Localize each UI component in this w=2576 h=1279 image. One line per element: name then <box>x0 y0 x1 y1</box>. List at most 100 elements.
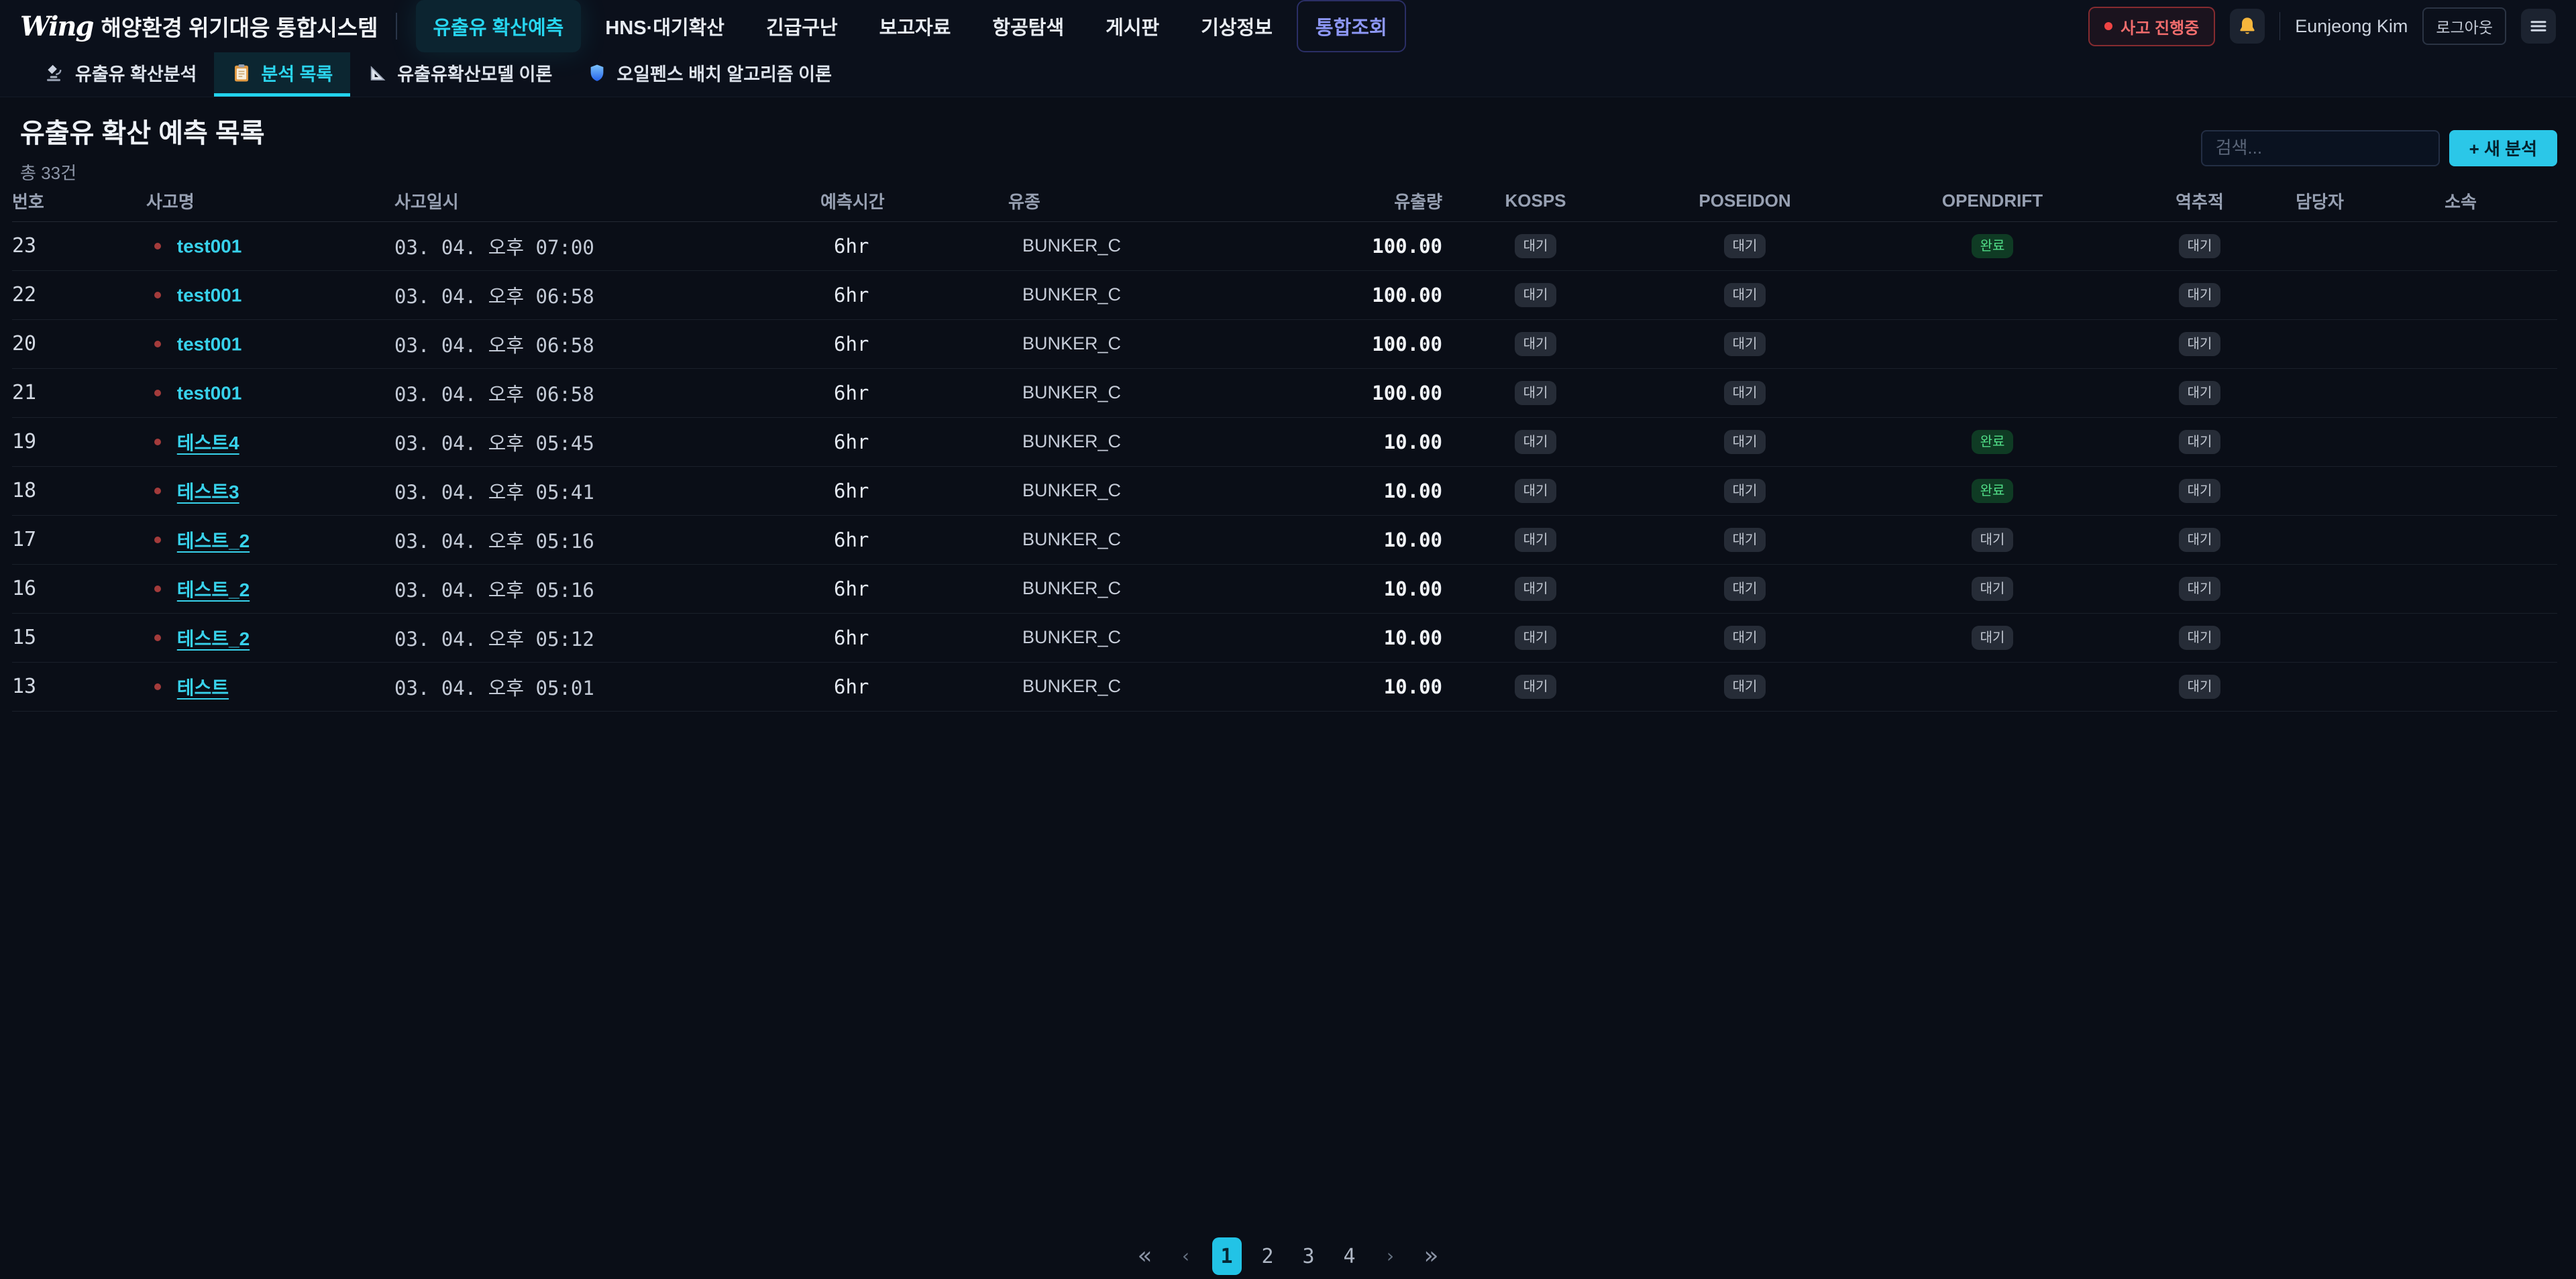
tab-analysis-list[interactable]: 분석 목록 <box>214 52 350 97</box>
nav-item-oil-spill-prediction[interactable]: 유출유 확산예측 <box>416 0 582 52</box>
opendrift-status-badge: 완료 <box>1972 430 2014 454</box>
oil-type: BUNKER_C <box>1008 319 1347 368</box>
incident-datetime: 03. 04. 오후 05:01 <box>394 662 820 711</box>
sub-tabbar: 유출유 확산분석 분석 목록 유출유확산모델 이론 <box>0 52 2576 97</box>
incident-name-link[interactable]: 테스트 <box>177 677 229 698</box>
tab-oil-spill-analysis[interactable]: 유출유 확산분석 <box>27 52 214 97</box>
tab-oil-fence-algorithm-theory[interactable]: 오일펜스 배치 알고리즘 이론 <box>570 52 849 97</box>
forecast-hours: 6hr <box>820 270 1008 319</box>
table-row: 19 테스트4 03. 04. 오후 05:45 6hr BUNKER_C 10… <box>12 417 2557 466</box>
org-cell <box>2364 515 2557 564</box>
notification-bell-button[interactable] <box>2230 9 2265 44</box>
page-button-3[interactable]: 3 <box>1294 1237 1324 1275</box>
kosps-status-badge: 대기 <box>1515 528 1557 552</box>
forecast-hours: 6hr <box>820 515 1008 564</box>
oil-type: BUNKER_C <box>1008 221 1347 270</box>
manager-cell <box>2275 564 2364 613</box>
org-cell <box>2364 466 2557 515</box>
spill-amount: 100.00 <box>1347 319 1442 368</box>
page-header: 유출유 확산 예측 목록 총 33건 + 새 분석 <box>0 97 2576 181</box>
table-row: 23 test001 03. 04. 오후 07:00 6hr BUNKER_C… <box>12 221 2557 270</box>
logout-button[interactable]: 로그아웃 <box>2422 7 2506 45</box>
incident-name-link[interactable]: test001 <box>177 284 242 305</box>
kosps-status-badge: 대기 <box>1515 234 1557 258</box>
incident-name-link[interactable]: 테스트_2 <box>177 579 250 600</box>
table-row: 22 test001 03. 04. 오후 06:58 6hr BUNKER_C… <box>12 270 2557 319</box>
last-page-button[interactable]: » <box>1417 1237 1446 1275</box>
table-row: 18 테스트3 03. 04. 오후 05:41 6hr BUNKER_C 10… <box>12 466 2557 515</box>
backtrack-status-badge: 대기 <box>2179 430 2221 454</box>
tab-diffusion-model-theory[interactable]: 유출유확산모델 이론 <box>350 52 570 97</box>
org-cell <box>2364 613 2557 662</box>
incident-name-link[interactable]: 테스트_2 <box>177 531 250 551</box>
table-row: 13 테스트 03. 04. 오후 05:01 6hr BUNKER_C 10.… <box>12 662 2557 711</box>
org-cell <box>2364 368 2557 417</box>
org-cell <box>2364 221 2557 270</box>
user-divider <box>2279 12 2280 40</box>
next-page-button[interactable]: › <box>1376 1237 1405 1275</box>
manager-cell <box>2275 662 2364 711</box>
logo-divider <box>396 13 397 40</box>
page-button-4[interactable]: 4 <box>1335 1237 1364 1275</box>
nav-item-integrated-search[interactable]: 통합조회 <box>1297 0 1406 52</box>
backtrack-status-badge: 대기 <box>2179 479 2221 503</box>
table-row: 20 test001 03. 04. 오후 06:58 6hr BUNKER_C… <box>12 319 2557 368</box>
incident-datetime: 03. 04. 오후 05:16 <box>394 564 820 613</box>
opendrift-status-badge: 대기 <box>1972 626 2014 650</box>
incident-name-link[interactable]: test001 <box>177 333 242 354</box>
org-cell <box>2364 319 2557 368</box>
nav-item-hns-air-diffusion[interactable]: HNS·대기확산 <box>588 0 742 52</box>
manager-cell <box>2275 221 2364 270</box>
forecast-hours: 6hr <box>820 564 1008 613</box>
incident-name-link[interactable]: test001 <box>177 382 242 403</box>
incident-dot-icon <box>154 292 161 298</box>
col-number: 번호 <box>12 181 146 221</box>
poseidon-status-badge: 대기 <box>1724 479 1766 503</box>
forecast-hours: 6hr <box>820 662 1008 711</box>
menu-button[interactable] <box>2521 9 2556 44</box>
prev-page-button[interactable]: ‹ <box>1171 1237 1201 1275</box>
page-button-2[interactable]: 2 <box>1253 1237 1283 1275</box>
col-forecast-time: 예측시간 <box>820 181 1008 221</box>
col-spill-amount: 유출량 <box>1347 181 1442 221</box>
kosps-status-badge: 대기 <box>1515 577 1557 601</box>
oil-type: BUNKER_C <box>1008 368 1347 417</box>
poseidon-status-badge: 대기 <box>1724 381 1766 405</box>
opendrift-status-badge: 대기 <box>1972 577 2014 601</box>
col-org: 소속 <box>2364 181 2557 221</box>
incident-in-progress-badge[interactable]: 사고 진행중 <box>2088 7 2215 46</box>
first-page-button[interactable]: « <box>1130 1237 1160 1275</box>
top-navbar: Wing 해양환경 위기대응 통합시스템 유출유 확산예측 HNS·대기확산 긴… <box>0 0 2576 52</box>
incident-dot-icon <box>154 586 161 592</box>
poseidon-status-badge: 대기 <box>1724 332 1766 356</box>
table-row: 15 테스트_2 03. 04. 오후 05:12 6hr BUNKER_C 1… <box>12 613 2557 662</box>
manager-cell <box>2275 270 2364 319</box>
org-cell <box>2364 417 2557 466</box>
incident-name-link[interactable]: 테스트3 <box>177 482 239 502</box>
oil-type: BUNKER_C <box>1008 270 1347 319</box>
page-button-1[interactable]: 1 <box>1212 1237 1242 1275</box>
incident-name-link[interactable]: test001 <box>177 235 242 256</box>
new-analysis-button[interactable]: + 새 분석 <box>2449 130 2557 166</box>
nav-item-weather-info[interactable]: 기상정보 <box>1183 0 1290 52</box>
prediction-table-wrap: 번호 사고명 사고일시 예측시간 유종 유출량 KOSPS POSEIDON O… <box>0 181 2576 712</box>
incident-name-link[interactable]: 테스트_2 <box>177 628 250 649</box>
bell-icon <box>2237 15 2258 37</box>
incident-name-link[interactable]: 테스트4 <box>177 433 239 453</box>
nav-item-emergency-rescue[interactable]: 긴급구난 <box>749 0 855 52</box>
table-body: 23 test001 03. 04. 오후 07:00 6hr BUNKER_C… <box>12 221 2557 711</box>
microscope-icon <box>44 62 66 84</box>
oil-type: BUNKER_C <box>1008 564 1347 613</box>
tab-label: 유출유확산모델 이론 <box>397 60 552 86</box>
incident-dot-icon <box>154 537 161 543</box>
col-manager: 담당자 <box>2275 181 2364 221</box>
search-input[interactable] <box>2201 130 2440 166</box>
backtrack-status-badge: 대기 <box>2179 234 2221 258</box>
kosps-status-badge: 대기 <box>1515 332 1557 356</box>
triangle-ruler-icon <box>368 63 388 83</box>
nav-item-aerial-search[interactable]: 항공탐색 <box>975 0 1081 52</box>
nav-item-reports[interactable]: 보고자료 <box>862 0 969 52</box>
oil-type: BUNKER_C <box>1008 417 1347 466</box>
nav-item-board[interactable]: 게시판 <box>1088 0 1177 52</box>
tab-label: 오일펜스 배치 알고리즘 이론 <box>616 60 832 86</box>
